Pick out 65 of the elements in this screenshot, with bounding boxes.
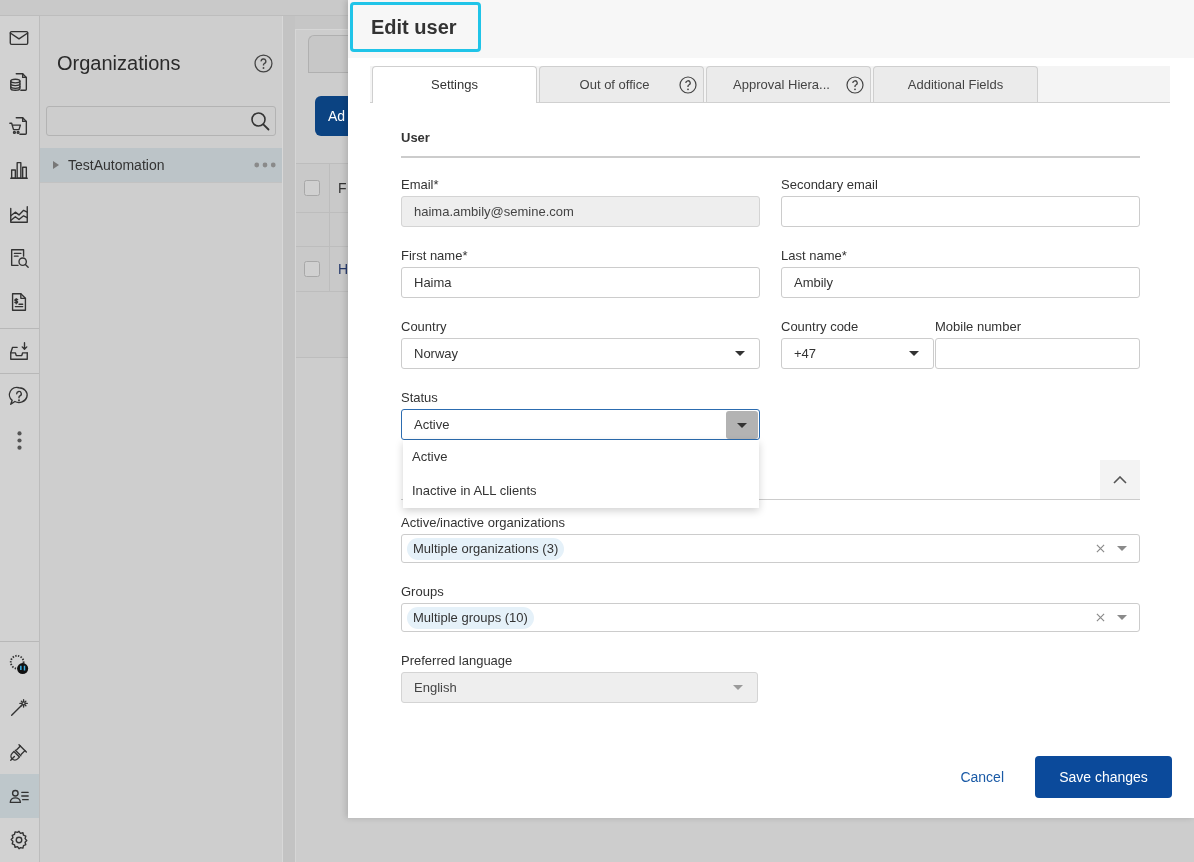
field-label: Secondary email [781, 176, 879, 194]
field-label: Country [401, 318, 448, 336]
magic-wand-icon [8, 697, 31, 719]
help-icon [8, 385, 31, 407]
caret-down-icon [909, 351, 919, 356]
select-field[interactable]: Norway [401, 338, 760, 369]
dotted-circle-badge-icon [8, 653, 31, 675]
input-field[interactable] [781, 196, 1140, 227]
selection-tag: Multiple groups (10) [407, 606, 534, 629]
tree-item-label: TestAutomation [68, 155, 165, 175]
field-label: Country code [781, 318, 860, 336]
nav-item[interactable] [0, 774, 39, 818]
field-label: Groups [401, 583, 445, 601]
area-chart-icon [8, 203, 31, 225]
panel-title: Organizations [57, 51, 181, 76]
field-label: First name* [401, 247, 469, 265]
help-icon[interactable] [846, 76, 864, 94]
more-icon [17, 430, 22, 450]
dialog-title: Edit user [350, 2, 481, 52]
section-title: User [401, 103, 1140, 158]
selection-tag: Multiple organizations (3) [407, 537, 565, 560]
field-label: Active/inactive organizations [401, 514, 567, 532]
tab[interactable]: Out of office [539, 66, 704, 102]
help-icon[interactable] [253, 53, 273, 73]
tree-item[interactable]: TestAutomation [40, 148, 282, 183]
table-cell-text: H [337, 259, 348, 279]
select-field[interactable]: Active [401, 409, 760, 440]
checkbox[interactable] [304, 180, 321, 196]
dropdown-option[interactable]: Inactive in ALL clients [403, 474, 759, 508]
multi-select-field[interactable]: Multiple organizations (3) [401, 534, 1140, 563]
caret-down-icon [1117, 615, 1127, 620]
caret-down-icon [735, 351, 745, 356]
add-button[interactable]: Ad [314, 96, 348, 136]
input-field[interactable]: Haima [401, 267, 760, 298]
bar-chart-icon [8, 159, 31, 181]
document-search-icon [8, 247, 31, 269]
column-header: F [337, 178, 347, 198]
caret-right-icon[interactable] [52, 161, 60, 169]
multi-select-field[interactable]: Multiple groups (10) [401, 603, 1140, 632]
search-field[interactable] [46, 106, 276, 136]
tab[interactable]: Approval Hiera... [706, 66, 871, 102]
save-button[interactable]: Save changes [1035, 756, 1172, 798]
search-icon [249, 111, 270, 131]
close-icon[interactable] [1096, 613, 1105, 622]
inbox-download-icon [8, 340, 31, 362]
caret-down-icon [1117, 546, 1127, 551]
cancel-button[interactable]: Cancel [940, 756, 1024, 798]
tab[interactable]: Additional Fields [873, 66, 1038, 102]
field-label: Email* [401, 176, 440, 194]
field-label: Status [401, 389, 439, 407]
select-field[interactable]: +47 [781, 338, 934, 369]
caret-down-icon [726, 410, 758, 439]
field-label: Last name* [781, 247, 848, 265]
chevron-up-icon [1113, 475, 1127, 484]
field-label: Preferred language [401, 652, 514, 670]
checkbox[interactable] [304, 261, 321, 277]
caret-down-icon [733, 685, 743, 690]
collapse-button[interactable] [1100, 460, 1140, 499]
help-icon[interactable] [679, 76, 697, 94]
tab[interactable]: Settings [372, 66, 537, 103]
field-label: Mobile number [935, 318, 1022, 336]
close-icon[interactable] [1096, 544, 1105, 553]
dropdown-option[interactable]: Active [403, 440, 759, 474]
input-field[interactable]: Ambily [781, 267, 1140, 298]
input-field[interactable] [935, 338, 1140, 369]
